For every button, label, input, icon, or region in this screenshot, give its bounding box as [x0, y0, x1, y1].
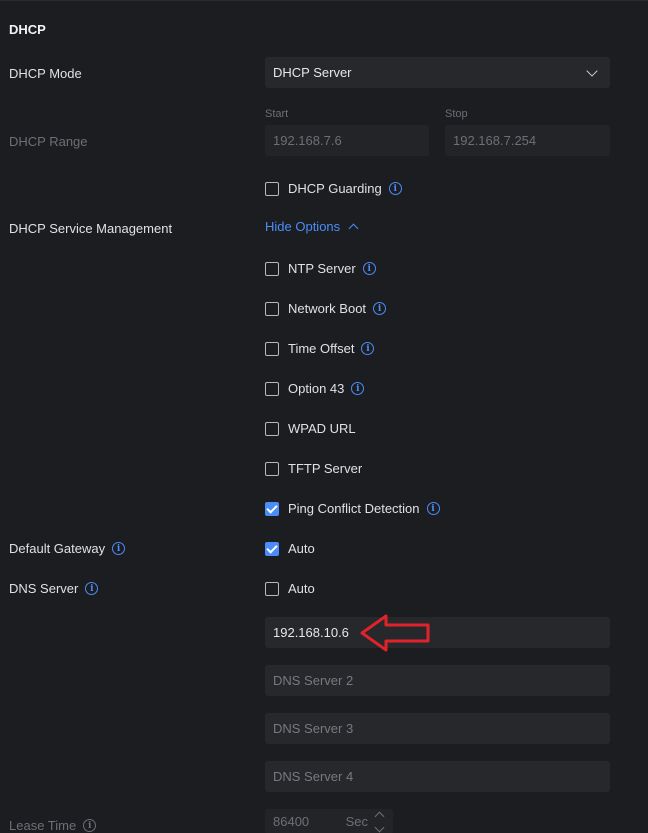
option-option-43[interactable]: Option 43 i — [265, 381, 365, 396]
dns-server-2-input[interactable]: DNS Server 2 — [265, 665, 610, 696]
hide-options-toggle[interactable]: Hide Options — [265, 219, 359, 234]
dhcp-range-start-input[interactable]: 192.168.7.6 — [265, 125, 429, 156]
dhcp-guarding-label: DHCP Guarding — [288, 181, 382, 196]
tftp-server-label: TFTP Server — [288, 461, 363, 476]
default-gateway-label-row: Default Gateway i — [9, 541, 126, 556]
chevron-up-icon — [348, 223, 359, 234]
dhcp-guarding-checkbox[interactable] — [265, 181, 279, 196]
default-gateway-auto-row[interactable]: Auto — [265, 541, 315, 556]
dns-server-auto-label: Auto — [288, 581, 315, 596]
info-icon[interactable]: i — [351, 382, 365, 395]
dhcp-mode-select[interactable]: DHCP Server — [265, 57, 610, 88]
dhcp-range-start-label: Start — [265, 108, 289, 120]
stepper-down-icon[interactable] — [374, 822, 385, 832]
dhcp-range-label: DHCP Range — [9, 134, 88, 149]
dns-server-3-input[interactable]: DNS Server 3 — [265, 713, 610, 744]
info-icon[interactable]: i — [373, 302, 387, 315]
lease-time-stepper[interactable] — [374, 811, 385, 832]
dns-server-4-input[interactable]: DNS Server 4 — [265, 761, 610, 792]
lease-time-label: Lease Time — [9, 818, 77, 833]
section-title: DHCP — [9, 22, 46, 37]
info-icon[interactable]: i — [112, 542, 126, 555]
dns-server-label: DNS Server — [9, 581, 79, 596]
info-icon[interactable]: i — [388, 182, 402, 195]
chevron-down-icon — [586, 64, 598, 77]
hide-options-label: Hide Options — [265, 219, 341, 234]
info-icon[interactable]: i — [85, 582, 99, 595]
option-tftp-server[interactable]: TFTP Server — [265, 461, 362, 476]
info-icon[interactable]: i — [362, 262, 376, 275]
dns-server-auto-row[interactable]: Auto — [265, 581, 315, 596]
ping-conflict-detection-checkbox[interactable] — [265, 501, 279, 516]
option-43-checkbox[interactable] — [265, 381, 279, 396]
red-arrow-annotation — [360, 614, 430, 652]
info-icon: i — [83, 819, 97, 832]
dns-server-1-value: 192.168.10.6 — [273, 625, 349, 640]
dhcp-settings-panel: DHCP DHCP Mode DHCP Server DHCP Range St… — [0, 0, 648, 833]
dns-server-auto-checkbox[interactable] — [265, 581, 279, 596]
default-gateway-label: Default Gateway — [9, 541, 106, 556]
info-icon[interactable]: i — [426, 502, 440, 515]
option-wpad-url[interactable]: WPAD URL — [265, 421, 356, 436]
tftp-server-checkbox[interactable] — [265, 461, 279, 476]
dhcp-service-management-label: DHCP Service Management — [9, 221, 173, 236]
time-offset-label: Time Offset — [288, 341, 355, 356]
dhcp-mode-label: DHCP Mode — [9, 66, 82, 81]
dns-server-3-placeholder: DNS Server 3 — [273, 721, 354, 736]
ping-conflict-detection-label: Ping Conflict Detection — [288, 501, 420, 516]
dhcp-range-start-value: 192.168.7.6 — [273, 133, 342, 148]
time-offset-checkbox[interactable] — [265, 341, 279, 356]
default-gateway-auto-checkbox[interactable] — [265, 541, 279, 556]
wpad-url-checkbox[interactable] — [265, 421, 279, 436]
dns-server-1-input[interactable]: 192.168.10.6 — [265, 617, 610, 648]
option-network-boot[interactable]: Network Boot i — [265, 301, 387, 316]
option-ntp-server[interactable]: NTP Server i — [265, 261, 376, 276]
option-ping-conflict-detection[interactable]: Ping Conflict Detection i — [265, 501, 440, 516]
network-boot-checkbox[interactable] — [265, 301, 279, 316]
info-icon[interactable]: i — [361, 342, 375, 355]
dns-server-4-placeholder: DNS Server 4 — [273, 769, 354, 784]
dns-server-2-placeholder: DNS Server 2 — [273, 673, 354, 688]
dhcp-range-stop-input[interactable]: 192.168.7.254 — [445, 125, 610, 156]
ntp-server-checkbox[interactable] — [265, 261, 279, 276]
dhcp-guarding-row[interactable]: DHCP Guarding i — [265, 181, 402, 196]
option-time-offset[interactable]: Time Offset i — [265, 341, 375, 356]
dhcp-range-stop-label: Stop — [445, 108, 468, 120]
dhcp-mode-value: DHCP Server — [273, 65, 352, 80]
default-gateway-auto-label: Auto — [288, 541, 315, 556]
lease-time-label-row: Lease Time i — [9, 818, 97, 833]
option-43-label: Option 43 — [288, 381, 345, 396]
network-boot-label: Network Boot — [288, 301, 367, 316]
lease-time-value: 86400 — [273, 814, 310, 829]
lease-time-unit: Sec — [345, 814, 368, 829]
wpad-url-label: WPAD URL — [288, 421, 356, 436]
ntp-server-label: NTP Server — [288, 261, 356, 276]
stepper-up-icon[interactable] — [374, 811, 385, 821]
dns-server-label-row: DNS Server i — [9, 581, 99, 596]
lease-time-input[interactable]: 86400 Sec — [265, 809, 393, 833]
dhcp-range-stop-value: 192.168.7.254 — [453, 133, 537, 148]
